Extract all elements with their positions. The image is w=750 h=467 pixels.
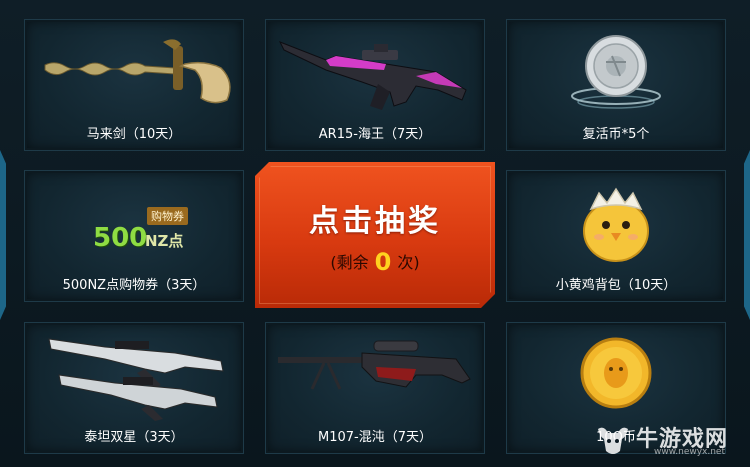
watermark-url: www.newyx.net [654,447,726,457]
frame-edge-right [744,150,750,320]
prize-cell-chick-backpack[interactable]: 小黄鸡背包（10天） [506,170,726,302]
prize-cell-ar15[interactable]: AR15-海王（7天） [265,19,485,151]
remaining-suffix: 次) [397,253,420,272]
prize-cell-kris-sword[interactable]: 马来剑（10天） [24,19,244,151]
voucher-unit: NZ点 [145,232,184,250]
frame-edge-left [0,150,6,320]
sniper-rifle-icon [278,340,471,390]
prize-label: 小黄鸡背包（10天） [555,278,677,293]
prize-label: 马来剑（10天） [86,127,182,142]
prize-cell-voucher[interactable]: 购物券 500 NZ点 500NZ点购物券（3天） [24,170,244,302]
rifle-icon [278,41,467,110]
prize-label: 泰坦双星（3天） [84,430,184,445]
draw-title: 点击抽奖 [309,204,441,239]
draw-button[interactable]: 点击抽奖 (剩余 0 次) [255,162,495,308]
voucher-badge: 购物券 [147,207,188,225]
kris-sword-icon [44,39,231,104]
bull-logo-icon [598,427,628,454]
remaining-draws: (剩余 0 次) [255,246,495,274]
prize-cell-revive-coin[interactable]: 复活币*5个 [506,19,726,151]
remaining-count: 0 [374,248,392,276]
lottery-panel: 马来剑（10天） AR15-海王（7天） 复活币*5个 购物券 500 NZ点 … [0,0,750,467]
voucher-icon: 购物券 500 NZ点 [25,171,243,271]
twin-rifles-icon [48,338,224,421]
voucher-amount: 500 [93,223,148,253]
remaining-prefix: (剩余 [330,253,369,272]
prize-cell-twin-rifles[interactable]: 泰坦双星（3天） [24,322,244,454]
watermark: 牛游戏网 www.newyx.net [594,421,744,461]
q-coin-icon [580,337,652,409]
prize-label: 500NZ点购物券（3天） [62,278,206,293]
prize-label: 复活币*5个 [582,127,650,142]
prize-label: AR15-海王（7天） [318,127,432,142]
prize-cell-m107[interactable]: M107-混沌（7天） [265,322,485,454]
chick-backpack-icon [583,187,649,262]
prize-label: M107-混沌（7天） [318,430,432,445]
revive-coin-icon [571,35,661,109]
